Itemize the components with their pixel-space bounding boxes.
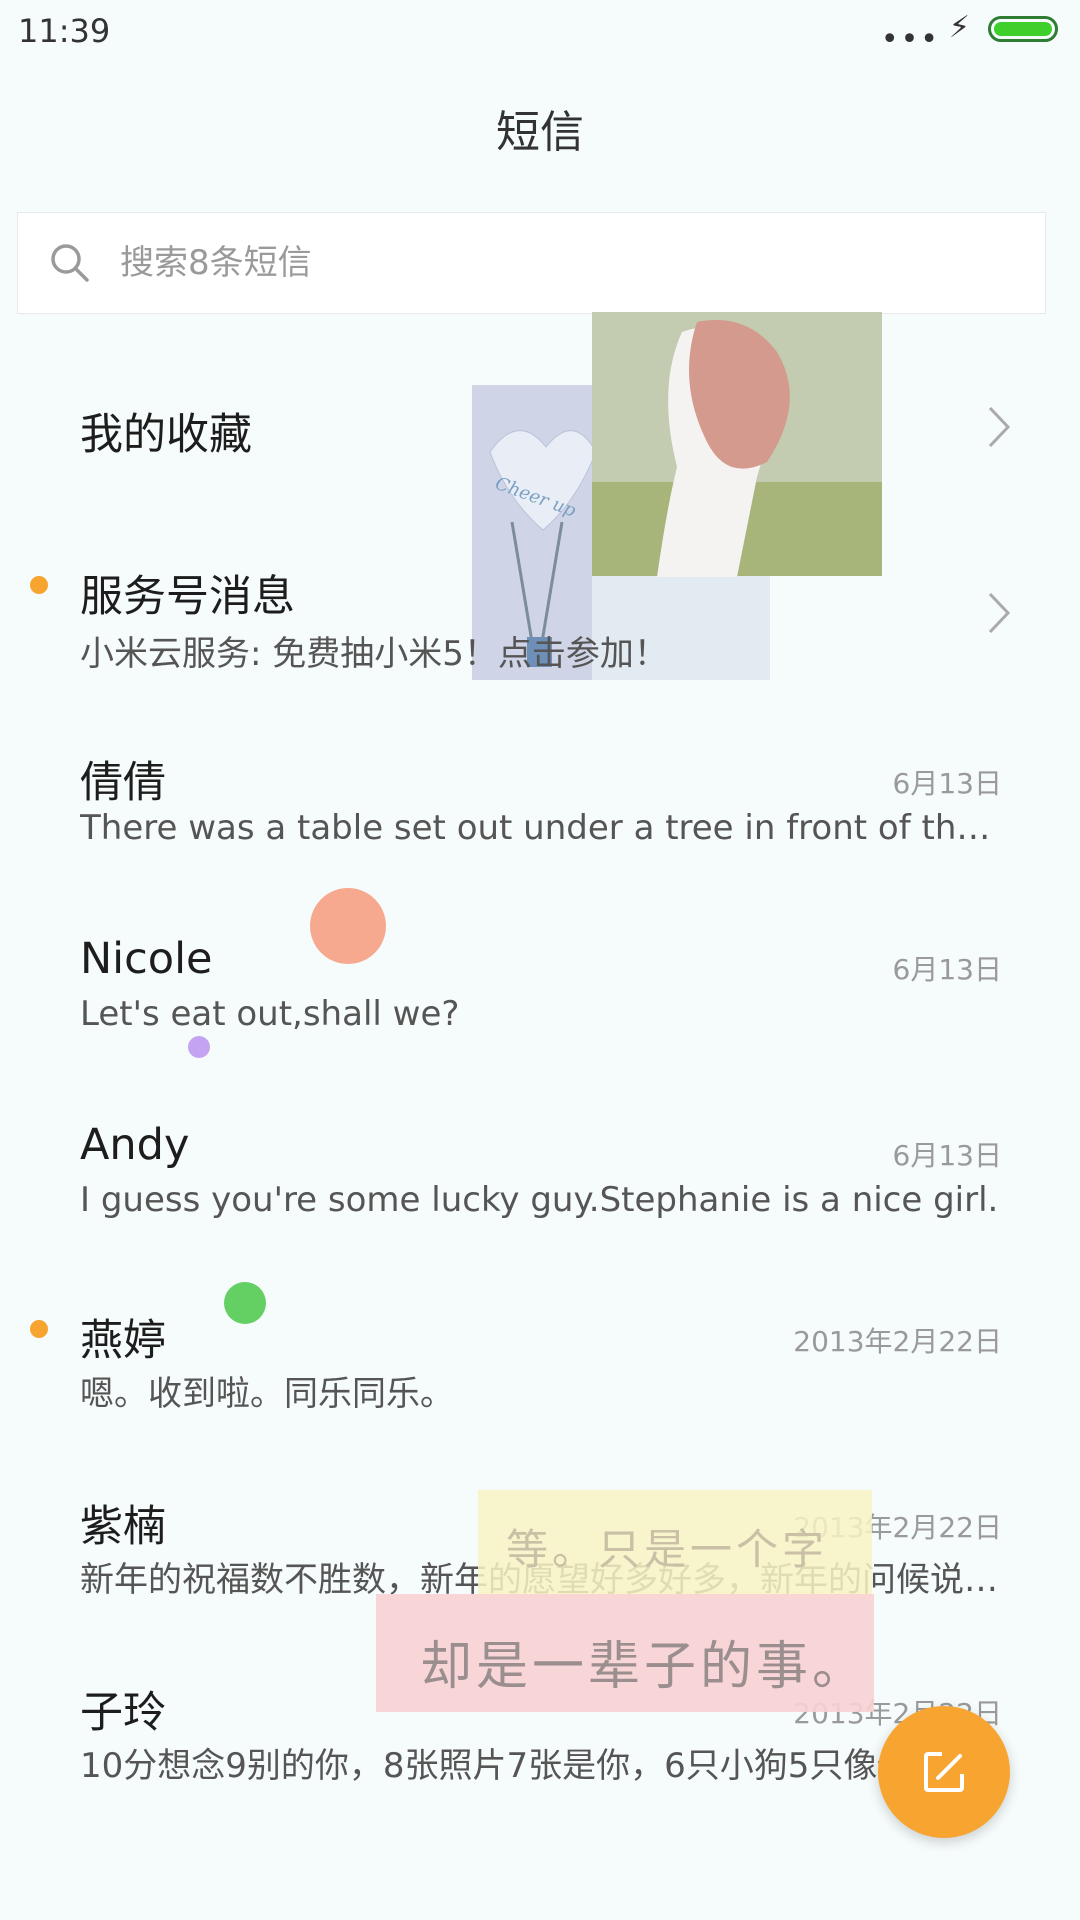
conversation-name: 倩倩 <box>80 758 166 808</box>
status-bar: 11:39 ••• ⚡ <box>0 0 1080 60</box>
list-item[interactable]: Andy 6月13日 I guess you're some lucky guy… <box>0 1084 1080 1270</box>
conversation-date: 6月13日 <box>892 1139 1002 1172</box>
conversation-name: 我的收藏 <box>80 410 252 460</box>
conversation-date: 2013年2月22日 <box>793 1325 1002 1358</box>
conversation-preview: 小米云服务: 免费抽小米5！点击参加！ <box>80 634 668 674</box>
list-item[interactable]: 倩倩 6月13日 There was a table set out under… <box>0 712 1080 898</box>
list-item[interactable]: 服务号消息 小米云服务: 免费抽小米5！点击参加！ <box>0 526 1080 712</box>
list-item[interactable]: 燕婷 2013年2月22日 嗯。收到啦。同乐同乐。 <box>0 1270 1080 1456</box>
decor-circle-purple <box>188 1036 210 1058</box>
decor-banner-text-1: 等。只是一个字 <box>506 1525 829 1574</box>
battery-icon <box>988 16 1058 42</box>
search-bar[interactable] <box>17 212 1046 314</box>
unread-dot <box>30 1320 48 1338</box>
conversation-name: 子玲 <box>80 1688 166 1738</box>
decor-banner-pink: 却是一辈子的事。 <box>376 1594 874 1712</box>
conversation-preview: There was a table set out under a tree i… <box>80 808 1000 848</box>
conversation-name: Nicole <box>80 934 213 984</box>
decor-circle-salmon <box>310 888 386 964</box>
compose-button[interactable] <box>878 1706 1010 1838</box>
conversation-name: 服务号消息 <box>80 572 295 622</box>
conversation-date: 6月13日 <box>892 767 1002 800</box>
decor-banner-text-2: 却是一辈子的事。 <box>420 1637 869 1697</box>
conversation-name: Andy <box>80 1120 190 1170</box>
conversation-preview: I guess you're some lucky guy.Stephanie … <box>80 1180 999 1220</box>
conversation-preview: Let's eat out,shall we? <box>80 994 460 1034</box>
bolt-icon: ⚡ <box>948 10 970 45</box>
search-input[interactable] <box>118 231 1002 295</box>
search-icon <box>51 244 89 282</box>
decor-banner-yellow: 等。只是一个字 <box>478 1490 872 1598</box>
compose-icon <box>924 1752 964 1792</box>
more-dots-icon: ••• <box>880 22 940 57</box>
unread-dot <box>30 576 48 594</box>
chevron-right-icon <box>988 592 1011 634</box>
page-title: 短信 <box>496 107 584 158</box>
chevron-right-icon <box>988 406 1011 448</box>
conversation-name: 紫楠 <box>80 1502 166 1552</box>
conversation-date: 6月13日 <box>892 953 1002 986</box>
conversation-preview: 10分想念9别的你，8张照片7张是你，6只小狗5只像你 <box>80 1746 912 1786</box>
conversation-name: 燕婷 <box>80 1316 166 1366</box>
status-time: 11:39 <box>18 12 111 50</box>
list-item[interactable]: Nicole 6月13日 Let's eat out,shall we? <box>0 898 1080 1084</box>
list-item[interactable]: 我的收藏 <box>0 340 1080 526</box>
decor-circle-green <box>224 1282 266 1324</box>
conversation-preview: 嗯。收到啦。同乐同乐。 <box>80 1374 454 1414</box>
